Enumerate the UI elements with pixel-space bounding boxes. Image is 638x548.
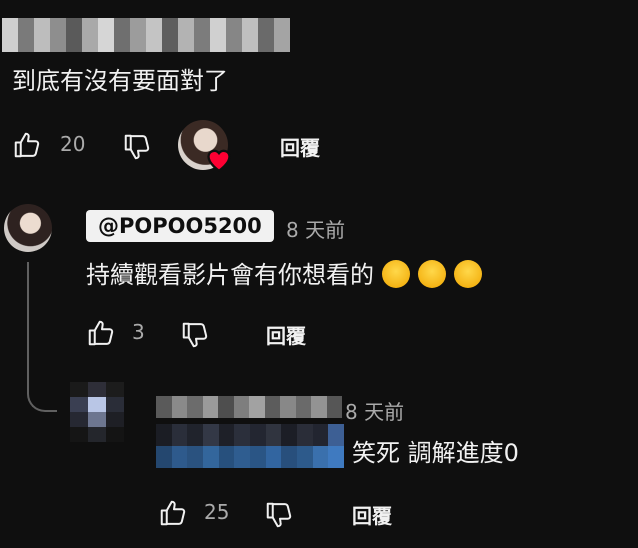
thumbs-down-icon[interactable] xyxy=(122,132,152,162)
channel-handle[interactable]: @POPOO5200 xyxy=(86,210,274,242)
star-struck-emoji-icon xyxy=(454,260,482,288)
reply-text-body: 持續觀看影片會有你想看的 xyxy=(86,261,374,289)
thumbs-up-icon[interactable] xyxy=(86,318,116,348)
star-struck-emoji-icon xyxy=(382,260,410,288)
thumbs-up-icon[interactable] xyxy=(12,130,42,160)
like-count: 3 xyxy=(132,320,145,344)
reply-text: 持續觀看影片會有你想看的 xyxy=(86,260,482,290)
like-count: 25 xyxy=(204,500,230,524)
reply-button[interactable]: 回覆 xyxy=(280,132,320,161)
reply-avatar xyxy=(4,204,52,252)
thumbs-down-icon[interactable] xyxy=(264,500,294,530)
comment-text: 到底有沒有要面對了 xyxy=(12,67,228,95)
blurred-mention xyxy=(156,424,344,468)
reply-button[interactable]: 回覆 xyxy=(266,320,306,349)
blurred-avatar xyxy=(70,382,124,442)
star-struck-emoji-icon xyxy=(418,260,446,288)
reply-timestamp: 8 天前 xyxy=(345,400,405,424)
thumbs-down-icon[interactable] xyxy=(180,320,210,350)
reply-button[interactable]: 回覆 xyxy=(352,500,392,529)
reply-timestamp: 8 天前 xyxy=(286,218,346,242)
blurred-username xyxy=(156,396,342,418)
blurred-username xyxy=(2,18,290,52)
thumbs-up-icon[interactable] xyxy=(158,498,188,528)
reply-text: 笑死 調解進度0 xyxy=(352,439,519,467)
like-count: 20 xyxy=(60,132,86,156)
heart-icon xyxy=(205,146,233,172)
thread-line xyxy=(27,262,57,412)
